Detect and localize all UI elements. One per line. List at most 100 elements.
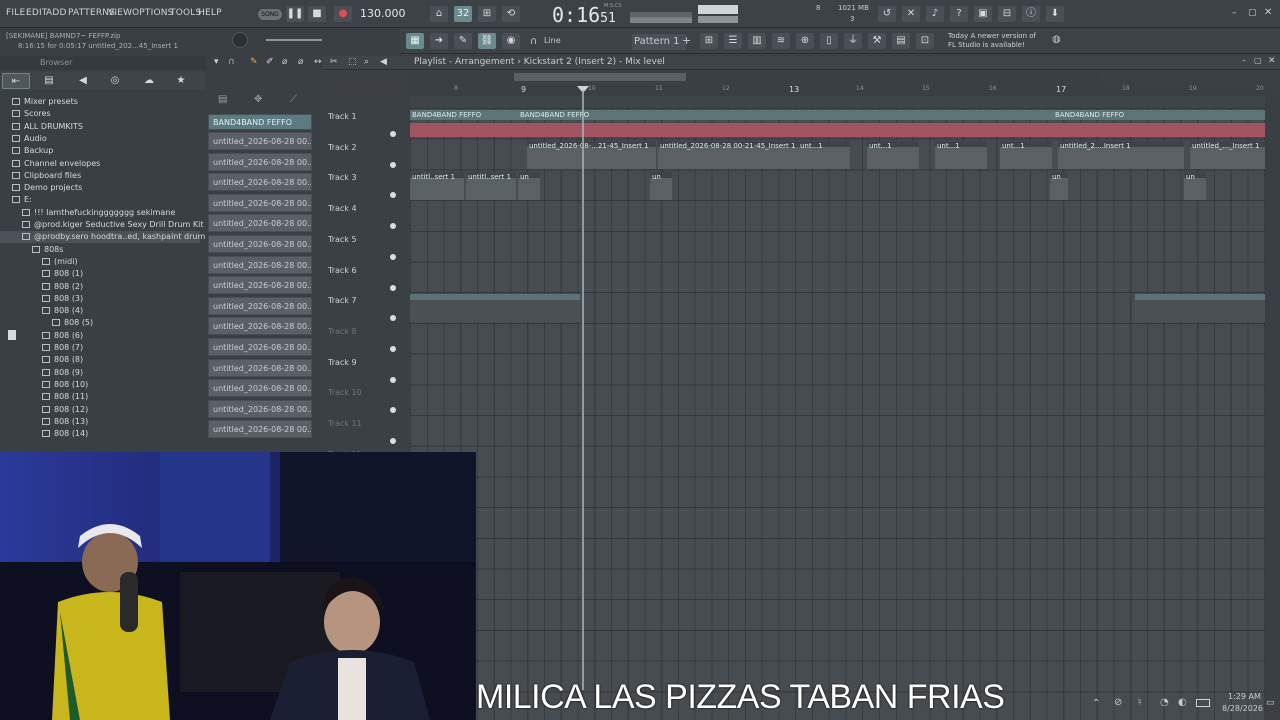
channel-rack-icon[interactable]: ☰ — [724, 33, 742, 49]
eq-icon[interactable]: ≋ — [772, 33, 790, 49]
browser-current-icon[interactable]: ◎ — [106, 73, 124, 89]
browser-item[interactable]: 808 (2) — [0, 281, 83, 293]
master-slider[interactable] — [266, 39, 322, 41]
pattern-item[interactable]: untitled_2026-08-28 00... — [208, 255, 312, 274]
browser-all-icon[interactable]: ⇤ — [2, 73, 30, 89]
pattern-item[interactable]: untitled_2026-08-28 00... — [208, 214, 312, 233]
playlist-clip[interactable]: BAND4BAND FEFFO — [518, 110, 1053, 120]
mixer-icon[interactable]: ⊟ — [998, 6, 1016, 22]
pattern-item[interactable]: untitled_2026-08-28 00... — [208, 420, 312, 439]
pattern-item[interactable]: untitled_2026-08-28 00... — [208, 379, 312, 398]
playlist-clip[interactable]: untitl..sert 1 — [466, 172, 516, 200]
browser-item[interactable]: 808 (8) — [0, 354, 83, 366]
playlist-maximize-icon[interactable]: ▢ — [1254, 56, 1262, 65]
track-label[interactable]: Track 5 — [328, 235, 357, 244]
browser-cloud-icon[interactable]: ☁ — [140, 73, 158, 89]
track-mute-led[interactable] — [390, 192, 396, 199]
stamp-icon[interactable]: ◉ — [502, 33, 520, 49]
pl-slip-icon[interactable]: ↔ — [314, 57, 322, 67]
browser-item[interactable]: 808 (13) — [0, 416, 88, 428]
playlist-clip[interactable] — [518, 123, 1053, 137]
cart-icon[interactable]: ⊡ — [916, 33, 934, 49]
pattern-item[interactable]: untitled_2026-08-28 00... — [208, 152, 312, 171]
battery-icon[interactable] — [1196, 699, 1210, 707]
pattern-selector[interactable]: Pattern 1 — [632, 34, 686, 50]
wifi-icon[interactable]: ◔ — [1160, 697, 1169, 708]
file-icon[interactable]: ▯ — [820, 33, 838, 49]
pattern-tool-a-icon[interactable]: ▤ — [218, 94, 227, 105]
pl-slice-icon[interactable]: ✂ — [330, 57, 338, 67]
master-pitch[interactable] — [698, 16, 738, 23]
track-label[interactable]: Track 11 — [328, 419, 362, 428]
track-mute-led[interactable] — [390, 223, 396, 230]
undo-icon[interactable]: ↺ — [878, 6, 896, 22]
browser-item[interactable]: Backup — [0, 145, 53, 157]
pattern-item[interactable]: untitled_2026-08-28 00... — [208, 276, 312, 295]
playlist-clip[interactable]: untitled_2026-08-...21-45_Insert 1 — [527, 141, 656, 169]
draw-icon[interactable]: ✎ — [454, 33, 472, 49]
add-pattern-icon[interactable]: + — [682, 34, 691, 47]
track-mute-led[interactable] — [390, 407, 396, 414]
minimize-icon[interactable]: – — [1232, 8, 1237, 18]
pattern-item[interactable]: untitled_2026-08-28 00... — [208, 317, 312, 336]
track-label[interactable]: Track 1 — [328, 112, 357, 121]
pl-mute-icon[interactable]: ⌀ — [298, 57, 303, 67]
track-mute-led[interactable] — [390, 131, 396, 137]
tray-mic-icon[interactable]: ♮ — [1138, 697, 1142, 708]
track-label[interactable]: Track 6 — [328, 266, 357, 275]
playlist-clip[interactable]: unt...1 — [1000, 141, 1052, 169]
menu-edit[interactable]: EDIT — [26, 8, 48, 18]
browser-item[interactable]: E: — [0, 194, 32, 206]
browser-item[interactable]: 808 (12) — [0, 404, 88, 416]
track-mute-led[interactable] — [390, 253, 396, 260]
playlist-clip[interactable]: un — [518, 172, 540, 200]
playlist-clip[interactable]: un — [1050, 172, 1068, 200]
playlist-close-icon[interactable]: ✕ — [1268, 56, 1276, 66]
song-mode-toggle[interactable]: SONG — [258, 9, 282, 20]
playlist-minimize-icon[interactable]: – — [1242, 56, 1246, 65]
track-mute-led[interactable] — [390, 438, 396, 444]
track-mute-led[interactable] — [390, 315, 396, 322]
pattern-item[interactable]: untitled_2026-08-28 00... — [208, 235, 312, 253]
pattern-item[interactable]: untitled_2026-08-28 00... — [208, 132, 312, 150]
maximize-icon[interactable]: ▢ — [1248, 8, 1257, 18]
mic-icon[interactable]: ♪ — [926, 6, 944, 22]
browser-item[interactable]: Mixer presets — [0, 96, 78, 108]
track-label[interactable]: Track 3 — [328, 173, 357, 182]
plugin-icon[interactable]: ⊕ — [796, 33, 814, 49]
browser-item[interactable]: 808 (10) — [0, 379, 88, 391]
link-icon[interactable]: ⛓ — [478, 33, 496, 49]
scroll-thumb-h[interactable] — [514, 73, 686, 81]
browser-item[interactable]: 808 (9) — [0, 367, 83, 379]
master-volume[interactable] — [698, 5, 738, 14]
track-label[interactable]: Track 7 — [328, 296, 357, 305]
browser-item[interactable]: 808 (1) — [0, 268, 83, 280]
playlist-clip[interactable]: untitled_..._Insert 1 — [1190, 141, 1265, 169]
playlist-clip[interactable]: BAND4BAND FEFFO — [410, 110, 518, 120]
piano-roll-icon[interactable]: ▥ — [748, 33, 766, 49]
loop-record-button[interactable]: ⟲ — [502, 6, 520, 22]
blend-button[interactable]: ⊞ — [478, 6, 496, 22]
metronome-button[interactable]: ⌂ — [430, 6, 448, 22]
playlist-clip[interactable]: unt...1 — [935, 141, 987, 169]
save-icon[interactable]: ▣ — [974, 6, 992, 22]
shop-icon[interactable]: ▤ — [892, 33, 910, 49]
info-icon[interactable]: ⓘ — [1022, 6, 1040, 22]
browser-item[interactable]: 808 (7) — [0, 342, 83, 354]
pattern-item[interactable]: untitled_2026-08-28 00... — [208, 296, 312, 315]
pl-play-icon[interactable]: ◀ — [380, 57, 387, 67]
record-button[interactable]: ● — [334, 6, 352, 22]
playlist-clip[interactable]: BAND4BAND FEFFO — [1053, 110, 1265, 120]
step-button[interactable]: 32 — [454, 6, 472, 22]
tray-app-icon[interactable]: ⊘ — [1114, 697, 1122, 708]
pattern-item[interactable]: untitled_2026-08-28 00... — [208, 399, 312, 418]
master-knob[interactable] — [232, 32, 248, 48]
tempo-display[interactable]: 130.000 — [360, 7, 406, 20]
play-button[interactable]: ❚❚ — [286, 6, 304, 22]
pl-select-icon[interactable]: ⬚ — [348, 57, 357, 67]
browser-item[interactable]: 808 (4) — [0, 305, 83, 317]
download-icon[interactable]: ⬇ — [1046, 6, 1064, 22]
browser-item[interactable]: @prodby.sero hoodtra..ed, kashpaint drum… — [0, 231, 218, 244]
automation-clip[interactable]: Kickstart 2 (Insert 2) - Mix level — [1135, 294, 1265, 322]
pl-menu-icon[interactable]: ▾ — [214, 57, 219, 67]
